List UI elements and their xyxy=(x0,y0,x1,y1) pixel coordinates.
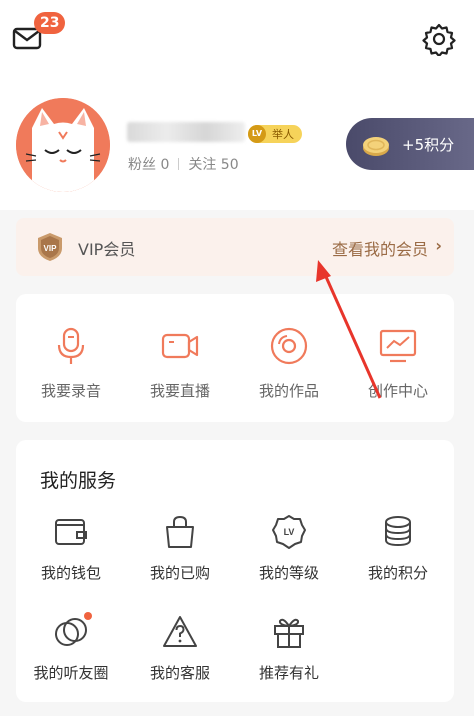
shopping-bag-icon xyxy=(166,515,194,548)
action-record[interactable]: 我要录音 xyxy=(16,326,126,401)
level-badge[interactable]: LV 举人 xyxy=(248,125,302,143)
service-label: 推荐有礼 xyxy=(258,664,319,682)
microphone-icon xyxy=(57,327,85,364)
service-wallet[interactable]: 我的钱包 xyxy=(16,514,126,583)
action-label: 我要录音 xyxy=(40,382,101,400)
vip-icon-text: VIP xyxy=(44,244,58,253)
gift-icon xyxy=(274,618,304,648)
friend-circle-icon xyxy=(55,618,87,646)
cat-avatar-icon xyxy=(16,98,110,192)
new-notification-dot xyxy=(84,612,92,620)
action-creator-center[interactable]: 创作中心 xyxy=(343,326,453,401)
service-label: 我的客服 xyxy=(149,664,210,682)
coins-stack-icon xyxy=(385,516,411,547)
monitor-chart-icon xyxy=(379,329,417,363)
username-blurred xyxy=(127,122,245,142)
chevron-right-icon: › xyxy=(435,236,442,255)
coin-icon xyxy=(363,137,389,156)
action-label: 我的作品 xyxy=(258,382,319,400)
service-label: 我的已购 xyxy=(149,564,210,582)
top-bar: 23 xyxy=(0,0,474,80)
creator-actions-card: 我要录音 我要直播 我的作品 创作中心 xyxy=(16,294,454,422)
level-title: 举人 xyxy=(272,128,294,141)
action-label: 我要直播 xyxy=(149,382,210,400)
mail-unread-badge: 23 xyxy=(34,12,66,34)
vip-shield-icon: VIP xyxy=(38,233,62,261)
service-friend-circle[interactable]: 我的听友圈 xyxy=(16,614,126,683)
services-title: 我的服务 xyxy=(40,470,117,492)
action-works[interactable]: 我的作品 xyxy=(234,326,344,401)
service-label: 我的听友圈 xyxy=(33,664,109,682)
my-services-card: 我的服务 我的钱包 我的已购 LV 我的等级 我的积分 我的听友圈 我的客服 推… xyxy=(16,440,454,702)
wallet-icon xyxy=(55,519,87,545)
service-label: 我的积分 xyxy=(367,564,428,582)
help-warning-icon xyxy=(163,616,197,647)
video-camera-icon xyxy=(161,333,199,359)
fans-count[interactable]: 粉丝 0 xyxy=(128,154,169,174)
service-referral-gift[interactable]: 推荐有礼 xyxy=(234,614,344,683)
stats-divider xyxy=(178,158,180,170)
view-my-membership-link[interactable]: 查看我的会员 xyxy=(332,236,428,260)
service-label: 我的钱包 xyxy=(40,564,101,582)
vip-label: VIP会员 xyxy=(78,240,136,259)
disc-icon xyxy=(270,327,308,365)
service-purchased[interactable]: 我的已购 xyxy=(125,514,235,583)
action-label: 创作中心 xyxy=(367,382,428,400)
level-icon-text: LV xyxy=(284,527,295,537)
vip-member-bar[interactable]: VIP VIP会员 查看我的会员 › xyxy=(16,218,454,276)
profile-stats: 粉丝 0 关注 50 xyxy=(128,154,239,174)
level-badge-lv: LV xyxy=(248,125,266,143)
points-button[interactable]: +5积分 xyxy=(346,118,474,170)
follow-count[interactable]: 关注 50 xyxy=(188,154,238,174)
points-label: +5积分 xyxy=(402,136,455,154)
service-points[interactable]: 我的积分 xyxy=(343,514,453,583)
service-label: 我的等级 xyxy=(258,564,319,582)
service-level[interactable]: LV 我的等级 xyxy=(234,514,344,583)
action-live[interactable]: 我要直播 xyxy=(125,326,235,401)
service-customer-support[interactable]: 我的客服 xyxy=(125,614,235,683)
gear-icon[interactable] xyxy=(422,22,456,56)
level-badge-icon: LV xyxy=(272,515,306,549)
avatar[interactable] xyxy=(16,98,110,192)
